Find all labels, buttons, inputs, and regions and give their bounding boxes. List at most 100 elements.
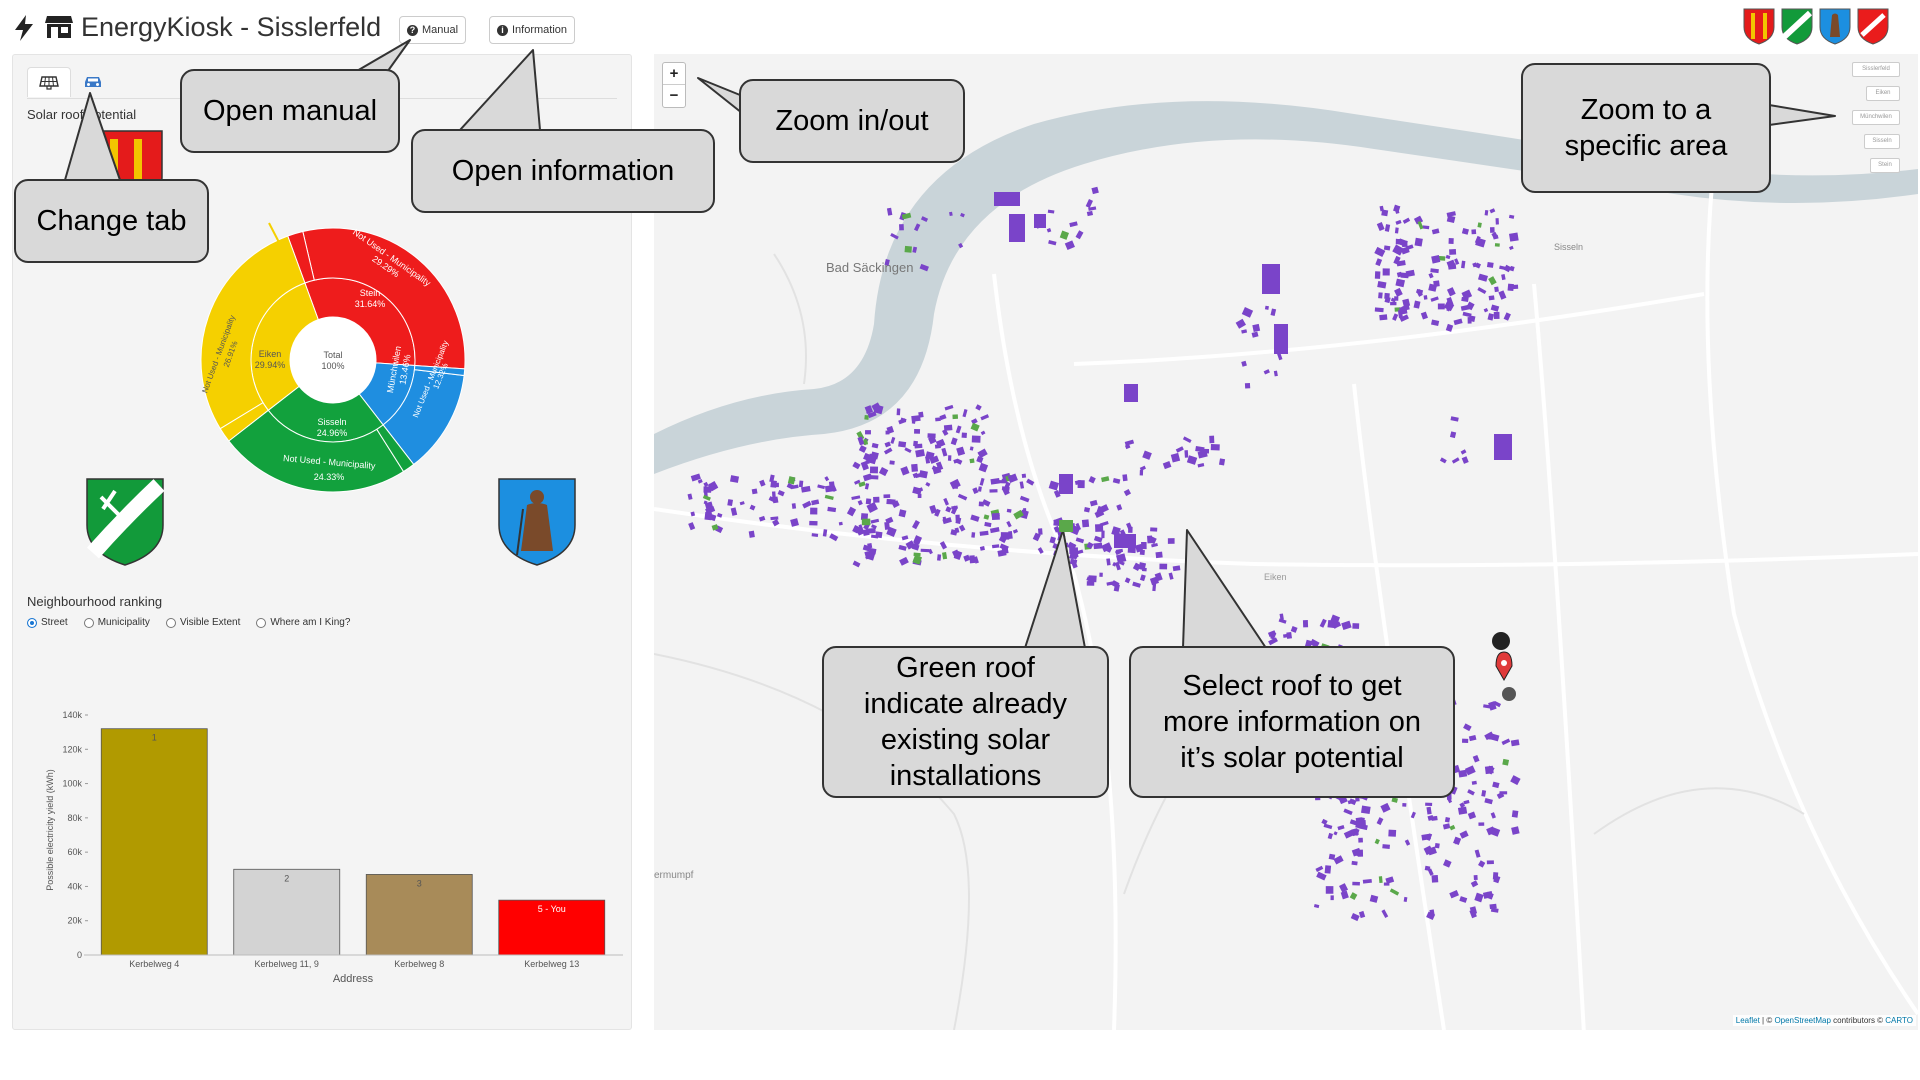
- map-roof[interactable]: [1488, 295, 1495, 301]
- eiken-crest-icon[interactable]: [1856, 7, 1890, 45]
- map-roof[interactable]: [772, 482, 779, 488]
- map-roof[interactable]: [952, 414, 959, 420]
- map-roof[interactable]: [898, 441, 907, 448]
- radio-municipality-dot[interactable]: [83, 617, 94, 628]
- map-roof[interactable]: [1492, 872, 1499, 880]
- map-roof[interactable]: [791, 503, 797, 509]
- map-roof[interactable]: [1209, 435, 1215, 444]
- map-roof[interactable]: [1434, 843, 1440, 849]
- map-roof[interactable]: [914, 429, 921, 434]
- area-button-eiken[interactable]: Eiken: [1866, 86, 1900, 101]
- map-roof[interactable]: [1374, 307, 1384, 313]
- map-roof[interactable]: [1493, 311, 1500, 319]
- map-roof[interactable]: [1244, 382, 1251, 389]
- map-roof[interactable]: [1327, 619, 1337, 629]
- manual-button[interactable]: ? Manual: [399, 16, 467, 44]
- map-roof[interactable]: [1021, 473, 1027, 478]
- map-roof[interactable]: [1055, 571, 1060, 575]
- radio-where-am-i-king[interactable]: Where am I King?: [256, 617, 350, 628]
- map-roof[interactable]: [943, 424, 953, 431]
- map-roof[interactable]: [971, 532, 976, 538]
- map-roof-large[interactable]: [1059, 474, 1073, 494]
- map-roof-large[interactable]: [994, 192, 1020, 206]
- map-roof[interactable]: [1486, 860, 1494, 865]
- map-roof[interactable]: [1328, 853, 1336, 860]
- map-roof[interactable]: [727, 499, 734, 507]
- map-roof[interactable]: [862, 528, 870, 536]
- map-roof[interactable]: [1471, 780, 1477, 785]
- ranking-bar-chart[interactable]: 0 20k 40k 60k 80k 100k 120k 140k 1 Kerbelweg 4 2 K…: [23, 655, 623, 995]
- zoom-out-button[interactable]: −: [663, 85, 685, 107]
- map-roof[interactable]: [989, 489, 998, 493]
- map-roof[interactable]: [1461, 738, 1469, 743]
- map-roof[interactable]: [1509, 232, 1519, 242]
- attribution-carto[interactable]: CARTO: [1885, 1016, 1913, 1025]
- map-roof-large[interactable]: [1124, 384, 1138, 402]
- map-roof-large[interactable]: [1114, 534, 1136, 548]
- map-roof[interactable]: [1325, 886, 1334, 894]
- sisseln-crest-icon[interactable]: [1780, 7, 1814, 45]
- map-roof[interactable]: [913, 440, 918, 447]
- map-roof[interactable]: [1382, 844, 1391, 849]
- bar-0[interactable]: [100, 728, 208, 956]
- map-roof[interactable]: [1006, 508, 1012, 513]
- map-roof[interactable]: [1037, 528, 1043, 535]
- map-roof[interactable]: [1488, 734, 1495, 740]
- map-roof[interactable]: [772, 496, 779, 504]
- map-roof[interactable]: [1388, 829, 1397, 837]
- map-roof[interactable]: [798, 480, 804, 488]
- map-roof[interactable]: [1448, 238, 1454, 244]
- map-roof[interactable]: [1431, 815, 1438, 821]
- map-roof[interactable]: [1023, 508, 1027, 514]
- map-roof[interactable]: [1433, 280, 1440, 287]
- map-roof[interactable]: [1402, 803, 1407, 807]
- map-roof[interactable]: [751, 488, 758, 495]
- map-roof[interactable]: [1155, 551, 1163, 559]
- map-roof[interactable]: [1218, 458, 1226, 466]
- map-roof[interactable]: [1431, 875, 1439, 883]
- map-roof[interactable]: [1379, 314, 1388, 321]
- map-roof[interactable]: [869, 466, 879, 474]
- map-roof[interactable]: [889, 460, 895, 465]
- map-roof[interactable]: [1374, 271, 1381, 279]
- muenchwilen-crest-icon[interactable]: [1818, 7, 1852, 45]
- map-roof[interactable]: [1361, 805, 1371, 815]
- map-roof[interactable]: [873, 496, 880, 503]
- map-roof[interactable]: [1425, 802, 1433, 807]
- map-roof[interactable]: [1471, 229, 1477, 235]
- map-roof[interactable]: [1378, 876, 1383, 884]
- map-roof[interactable]: [824, 484, 835, 493]
- map-roof[interactable]: [1495, 218, 1499, 225]
- map-roof[interactable]: [1358, 837, 1363, 843]
- map-roof[interactable]: [899, 224, 904, 231]
- map-roof[interactable]: [937, 554, 942, 561]
- map-roof[interactable]: [1150, 527, 1158, 532]
- map-roof[interactable]: [1210, 444, 1220, 451]
- map-roof[interactable]: [1423, 295, 1428, 300]
- radio-visible-extent[interactable]: Visible Extent: [165, 617, 240, 628]
- information-button[interactable]: i Information: [489, 16, 576, 44]
- map-roof[interactable]: [1494, 286, 1499, 293]
- map-roof[interactable]: [1252, 323, 1261, 332]
- map-roof[interactable]: [886, 498, 896, 505]
- map-roof[interactable]: [1202, 448, 1210, 454]
- map-roof-large[interactable]: [1274, 324, 1288, 354]
- map-roof[interactable]: [1139, 549, 1145, 556]
- area-button-stein[interactable]: Stein: [1870, 158, 1900, 173]
- map-roof[interactable]: [1159, 563, 1168, 570]
- map-roof[interactable]: [1093, 542, 1103, 550]
- map-roof[interactable]: [1167, 538, 1175, 544]
- radio-king-dot[interactable]: [256, 617, 267, 628]
- map-view[interactable]: Bad Säckingen Sisseln Eiken ermumpf: [654, 54, 1918, 1030]
- map-roof[interactable]: [861, 518, 871, 526]
- radio-municipality[interactable]: Municipality: [83, 617, 150, 628]
- map-roof[interactable]: [904, 245, 912, 253]
- map-roof[interactable]: [971, 435, 981, 443]
- radio-visible-extent-dot[interactable]: [165, 617, 176, 628]
- map-roof[interactable]: [1070, 544, 1076, 548]
- map-roof[interactable]: [1378, 292, 1383, 299]
- map-roof[interactable]: [1395, 238, 1401, 245]
- map-roof[interactable]: [947, 455, 952, 461]
- map-roof[interactable]: [1457, 806, 1468, 815]
- map-roof[interactable]: [1401, 240, 1408, 248]
